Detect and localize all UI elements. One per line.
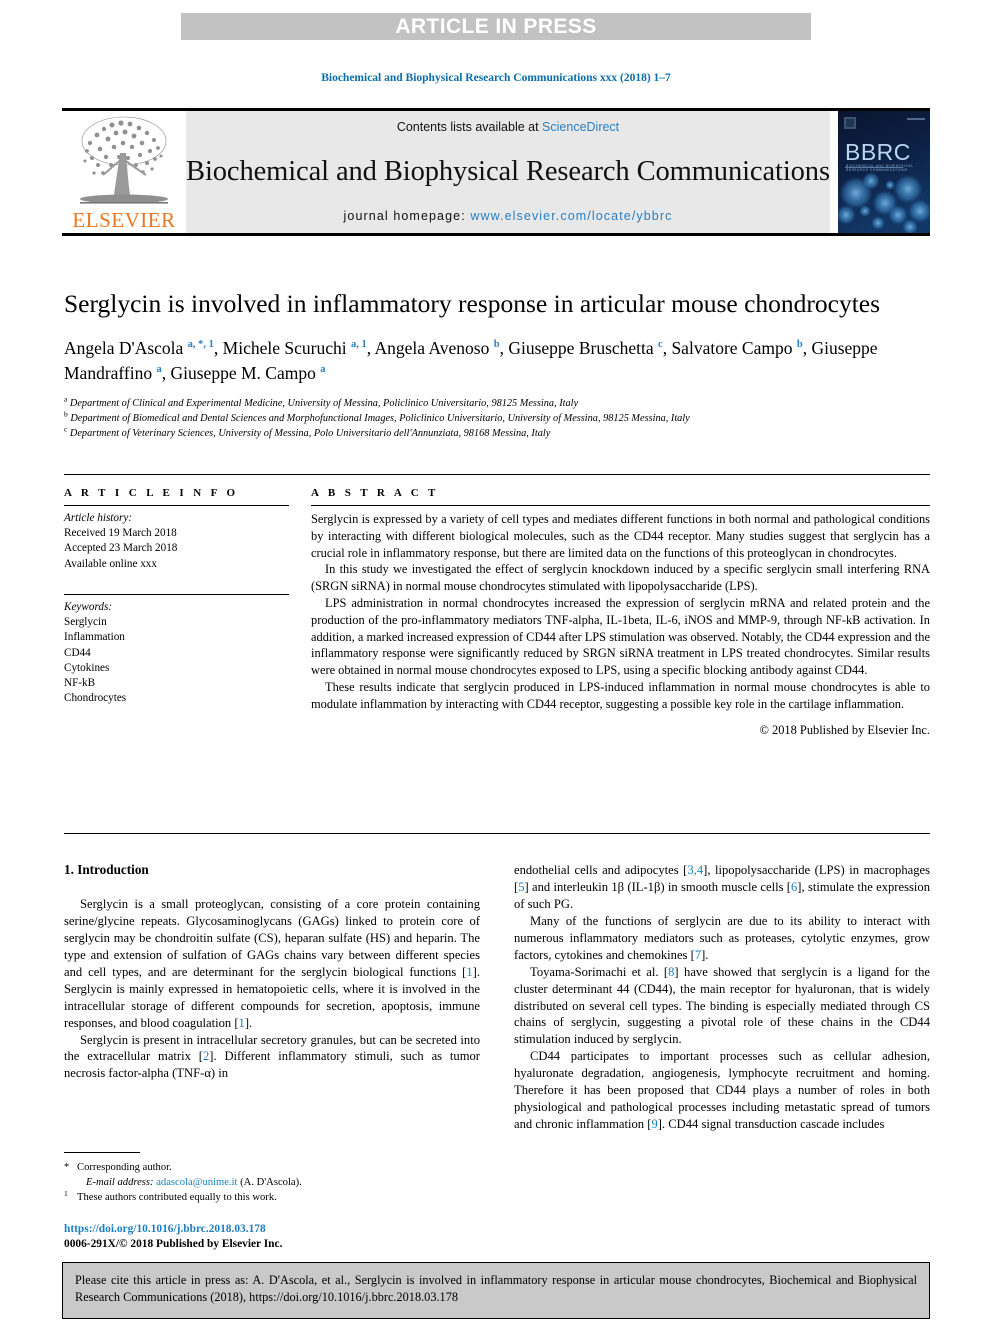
footnote-rule [64,1152,140,1153]
footnote-corresponding-text: Corresponding author. [77,1162,172,1173]
keywords-label: Keywords: [64,600,113,613]
keywords-rule [64,593,289,595]
masthead-bottom-rule [62,233,930,236]
elsevier-wordmark: ELSEVIER [72,208,176,232]
keyword-item: Serglycin [64,616,107,629]
footnote-equal-text: These authors contributed equally to thi… [77,1192,277,1204]
cover-topright-mark [907,118,925,120]
body-paragraph: endothelial cells and adipocytes [3,4], … [514,863,931,911]
keyword-item: Inflammation [64,631,125,644]
article-info-column: A R T I C L E I N F O Article history: R… [64,487,289,738]
article-history-label: Article history: [64,512,133,524]
abstract-copyright: © 2018 Published by Elsevier Inc. [759,722,930,737]
body-paragraph: Serglycin is a small proteoglycan, consi… [64,897,480,1030]
homepage-label: journal homepage: [343,209,471,223]
info-abstract-top-rule [64,474,930,475]
journal-masthead: ELSEVIER Contents lists available at Sci… [62,108,930,236]
affiliation-text: Department of Clinical and Experimental … [69,398,579,410]
info-abstract-section: A R T I C L E I N F O Article history: R… [64,474,930,738]
affiliation-marker: a [64,394,68,404]
abstract-column: A B S T R A C T Serglycin is expressed b… [311,487,930,738]
masthead-center: Contents lists available at ScienceDirec… [186,111,830,233]
journal-cover-thumbnail: BBRC BIOCHEMICAL AND BIOPHYSICAL RESEARC… [838,111,930,233]
keyword-item: NF-kB [64,677,96,690]
abstract-paragraph: These results indicate that serglycin pr… [311,679,930,711]
cover-elsevier-mark-icon [844,116,856,129]
homepage-url-link[interactable]: www.elsevier.com/locate/ybbrc [470,209,672,223]
journal-title: Biochemical and Biophysical Research Com… [186,155,830,187]
body-left-column: 1. Introduction Serglycin is a small pro… [64,862,480,1133]
affiliation-item: c Department of Veterinary Sciences, Uni… [64,426,930,441]
affiliation-marker: b [64,409,68,419]
article-info-heading: A R T I C L E I N F O [64,487,239,499]
body-paragraph: Serglycin is present in intracellular se… [64,1032,480,1081]
cover-bbrc-subtitle: BIOCHEMICAL AND BIOPHYSICAL RESEARCH COM… [846,164,914,172]
journal-running-head: Biochemical and Biophysical Research Com… [321,72,671,84]
abstract-rule [311,505,930,506]
article-history-item: Available online xxx [64,557,157,570]
issn-copyright-line: 0006-291X/© 2018 Published by Elsevier I… [64,1238,283,1251]
info-abstract-columns: A R T I C L E I N F O Article history: R… [64,487,930,738]
affiliation-text: Department of Veterinary Sciences, Unive… [69,428,551,440]
footnote-equal-contribution: 1 These authors contributed equally to t… [64,1189,480,1205]
contents-lists-line: Contents lists available at ScienceDirec… [397,120,619,134]
email-link[interactable]: adascola@unime.it [156,1177,237,1188]
doi-block: https://doi.org/10.1016/j.bbrc.2018.03.1… [64,1222,480,1253]
cite-this-article-box: Please cite this article in press as: A.… [62,1262,930,1319]
doi-link[interactable]: https://doi.org/10.1016/j.bbrc.2018.03.1… [64,1222,480,1237]
article-history-item: Accepted 23 March 2018 [64,542,178,555]
abstract-paragraph: LPS administration in normal chondrocyte… [311,595,930,678]
elsevier-tree-icon [70,113,178,209]
body-columns: 1. Introduction Serglycin is a small pro… [64,862,930,1133]
cover-bbrc-title: BBRC [845,139,911,165]
affiliation-item: a Department of Clinical and Experimenta… [64,394,930,411]
page-title: Serglycin is involved in inflammatory re… [64,289,881,318]
body-paragraph: CD44 participates to important processes… [514,1049,930,1132]
keywords-block: Keywords: Serglycin Inflammation CD44 Cy… [64,593,289,707]
article-info-rule [64,505,289,506]
footnote-asterisk-marker: * [64,1162,70,1173]
article-history-item: Received 19 March 2018 [64,527,177,540]
contents-prefix: Contents lists available at [396,120,543,134]
section-heading-introduction: 1. Introduction [64,862,149,877]
body-top-rule [64,833,930,834]
affiliation-item: b Department of Biomedical and Dental Sc… [64,411,930,426]
keyword-item: Cytokines [64,661,110,674]
email-address-label: E-mail address: [86,1177,154,1189]
abstract-paragraph: Serglycin is expressed by a variety of c… [311,512,930,560]
masthead-body: ELSEVIER Contents lists available at Sci… [62,111,930,233]
author-list: Angela D'Ascola a, *, 1, Michele Scuruch… [64,338,878,384]
article-in-press-banner: ARTICLE IN PRESS [181,13,811,40]
cite-this-article-text: Please cite this article in press as: A.… [75,1273,917,1305]
title-block: Serglycin is involved in inflammatory re… [64,288,930,441]
body-paragraph: Toyama-Sorimachi et al. [8] have showed … [514,964,930,1047]
abstract-heading: A B S T R A C T [311,487,439,499]
affiliation-marker: c [64,424,68,434]
elsevier-logo: ELSEVIER [62,111,186,233]
footnote-email-line: E-mail address: adascola@unime.it (A. D'… [64,1175,480,1190]
abstract-paragraph: In this study we investigated the effect… [311,562,930,594]
body-paragraph: Many of the functions of serglycin are d… [514,913,930,962]
footnote-one-marker: 1 [64,1189,68,1199]
footnotes-block: * Corresponding author. E-mail address: … [64,1152,480,1205]
body-right-column: endothelial cells and adipocytes [3,4], … [514,862,930,1133]
email-suffix: (A. D'Ascola). [240,1177,302,1189]
journal-homepage-line: journal homepage: www.elsevier.com/locat… [344,209,673,223]
sciencedirect-link[interactable]: ScienceDirect [542,120,619,134]
keyword-item: Chondrocytes [64,692,127,705]
affiliation-text: Department of Biomedical and Dental Scie… [70,413,690,425]
keyword-item: CD44 [64,646,91,659]
footnote-corresponding-author: * Corresponding author. [64,1160,480,1175]
article-in-press-label: ARTICLE IN PRESS [395,14,597,38]
affiliation-list: a Department of Clinical and Experimenta… [64,394,930,441]
